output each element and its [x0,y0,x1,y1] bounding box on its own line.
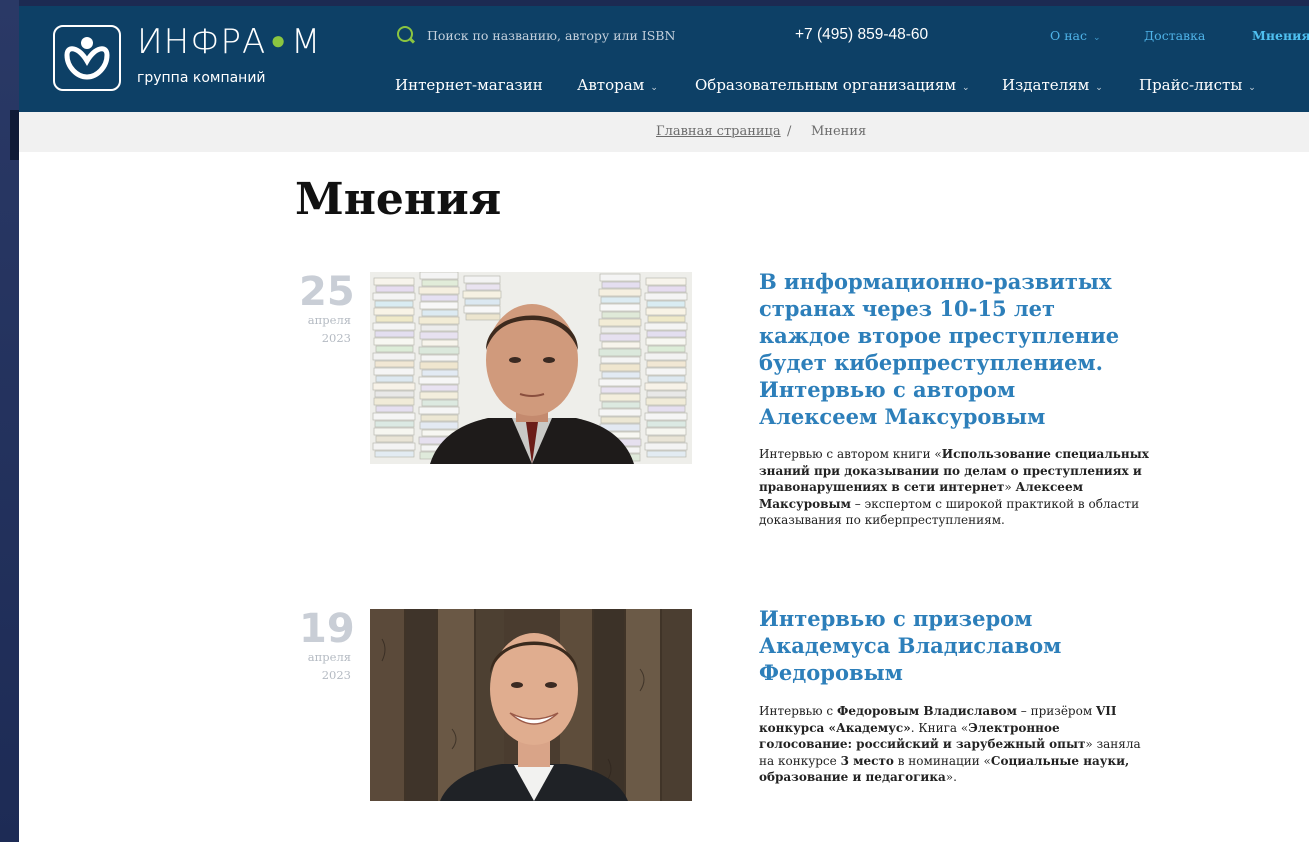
logo-mark-icon [64,37,110,80]
article-description-fragment: Интервью с [759,704,837,718]
article-date-month: апреля [307,650,351,664]
article-date-year: 2023 [321,668,351,682]
article-date-day: 25 [299,269,355,315]
nav-item-label: Интернет-магазин [395,76,543,94]
article-description-fragment: ». [945,770,957,784]
article-description-fragment: Интервью с автором книги « [759,447,942,461]
nav-item-pricelists[interactable]: Прайс-листы ⌄ [1139,76,1256,94]
chevron-down-icon: ⌄ [650,83,658,93]
nav-item-publishers[interactable]: Издателям ⌄ [1002,76,1103,94]
chevron-down-icon: ⌄ [1093,33,1101,43]
author-photo-books [370,272,692,464]
nav-item-label: Авторам [577,76,645,94]
author-photo-wood [370,609,692,801]
article-date-year: 2023 [321,331,351,345]
nav-item-shop[interactable]: Интернет-магазин [395,76,543,94]
article-description: Интервью с автором книги «Использование … [759,446,1149,529]
nav-item-label: Издателям [1002,76,1090,94]
page-title: Мнения [295,174,502,225]
page: ИНФРА●М группа компаний +7 (495) 859-48-… [19,0,1309,842]
chevron-down-icon: ⌄ [1095,83,1103,93]
nav-item-label: Прайс-листы [1139,76,1243,94]
toplink-delivery[interactable]: Доставка [1144,28,1205,43]
article-description-fragment: Федоровым Владиславом [836,704,1017,718]
article-date-day: 19 [299,606,355,652]
toplink-opinions[interactable]: Мнения [1252,28,1309,43]
toplink-delivery-label: Доставка [1144,28,1206,43]
logo-name-right: М [290,22,322,62]
breadcrumb-current: Мнения [811,124,867,139]
nav-item-authors[interactable]: Авторам ⌄ [577,76,658,94]
article-title-link[interactable]: В информационно-развитых странах через 1… [759,268,1139,430]
toplink-opinions-label: Мнения [1252,28,1309,43]
article-description-fragment: . Книга « [910,720,969,735]
window-edge-notch [10,110,19,160]
breadcrumb: Главная страница / Мнения [19,112,1309,152]
chevron-down-icon: ⌄ [962,83,970,93]
breadcrumb-home-link[interactable]: Главная страница [656,124,781,139]
article-description: Интервью с Федоровым Владиславом – призё… [759,703,1149,786]
article-title-link[interactable]: Интервью с призером Академуса Владиславо… [759,605,1139,686]
chevron-down-icon: ⌄ [1248,83,1256,93]
breadcrumb-separator: / [787,124,792,139]
logo-name-left: ИНФРА [137,22,267,62]
search-icon[interactable] [397,26,413,42]
nav-item-education[interactable]: Образовательным организациям ⌄ [695,76,970,94]
site-header: ИНФРА●М группа компаний +7 (495) 859-48-… [19,6,1309,112]
logo-name[interactable]: ИНФРА ● М [137,22,321,62]
article-thumbnail[interactable] [370,272,692,464]
article-date-month: апреля [307,313,351,327]
toplink-about[interactable]: О нас ⌄ [1050,28,1101,43]
article-description-fragment: » [1004,480,1016,494]
article-description-fragment: – призёром [1016,704,1096,718]
search-input[interactable] [427,24,727,46]
article-description-fragment: 3 место [840,753,894,768]
logo-dot-icon: ● [270,26,287,56]
article-description-fragment: в номинации « [893,753,991,768]
phone-link[interactable]: +7 (495) 859-48-60 [795,26,928,44]
toplink-about-label: О нас [1050,28,1088,43]
window-left-edge [0,0,19,842]
logo-subtitle: группа компаний [137,70,266,86]
article-thumbnail[interactable] [370,609,692,801]
nav-item-label: Образовательным организациям [695,76,957,94]
logo-icon[interactable] [53,25,121,91]
